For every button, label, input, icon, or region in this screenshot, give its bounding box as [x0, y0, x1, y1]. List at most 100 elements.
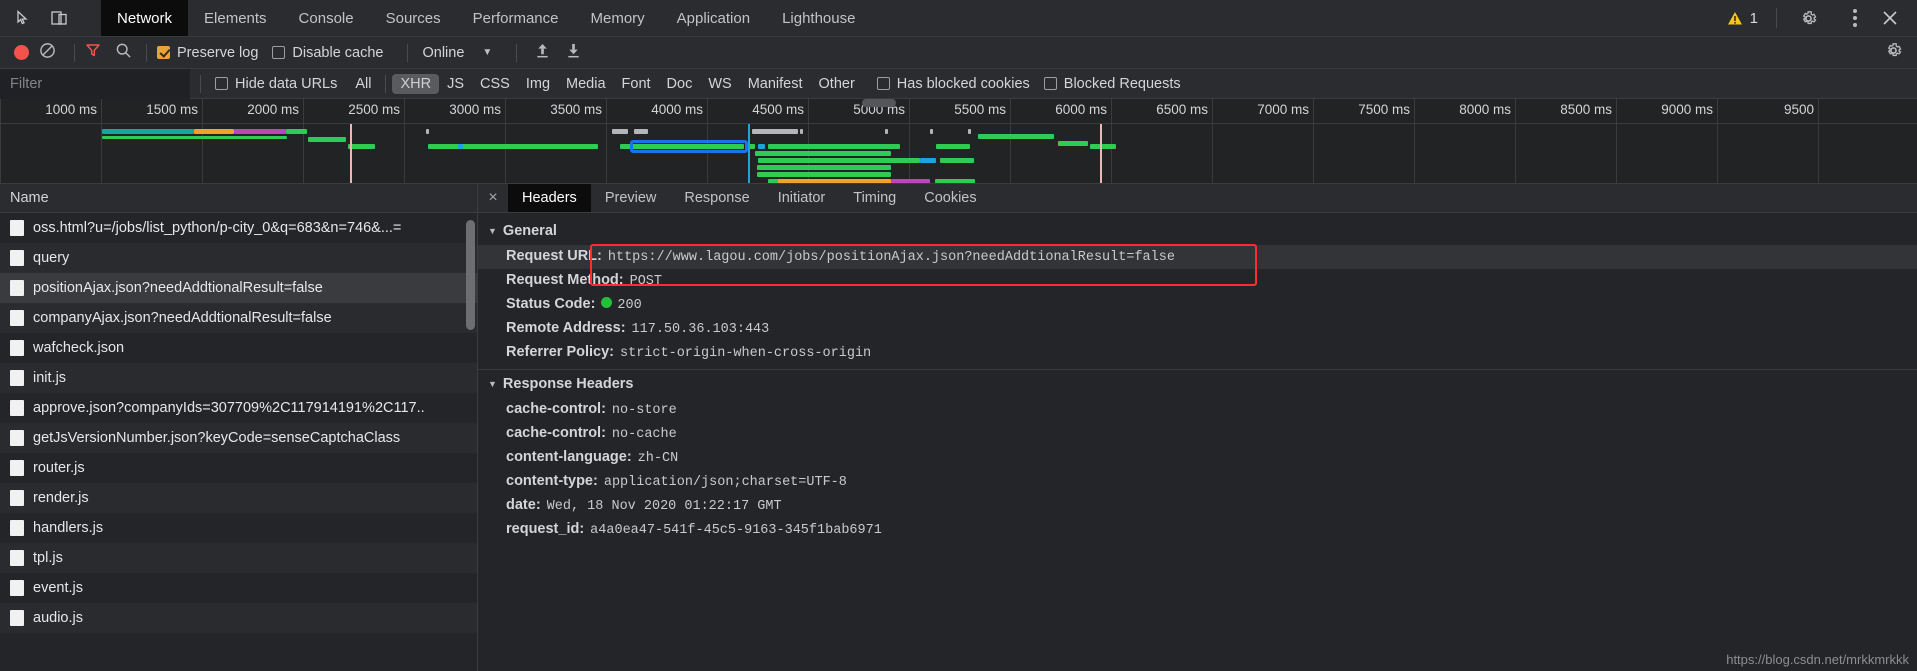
request-row[interactable]: approve.json?companyIds=307709%2C1179141…: [0, 393, 477, 423]
tick-label: 1000 ms: [45, 102, 97, 117]
filter-type-css[interactable]: CSS: [472, 74, 518, 94]
header-row: cache-control: no-store: [478, 398, 1917, 422]
file-icon: [10, 220, 24, 236]
tick-label: 9000 ms: [1661, 102, 1713, 117]
request-row[interactable]: init.js: [0, 363, 477, 393]
network-toolbar: Preserve log Disable cache Online ▼: [0, 37, 1917, 69]
request-row[interactable]: getJsVersionNumber.json?keyCode=senseCap…: [0, 423, 477, 453]
blocked-requests-checkbox[interactable]: Blocked Requests: [1043, 76, 1181, 92]
request-row[interactable]: wafcheck.json: [0, 333, 477, 363]
device-toolbar-icon[interactable]: [47, 5, 73, 31]
waterfall-bar: [102, 129, 194, 134]
toolbar-divider-3: [407, 43, 409, 62]
request-row[interactable]: router.js: [0, 453, 477, 483]
header-value: strict-origin-when-cross-origin: [620, 346, 872, 361]
inspect-icon[interactable]: [10, 5, 36, 31]
tick-label: 8000 ms: [1459, 102, 1511, 117]
tab-sources[interactable]: Sources: [370, 0, 457, 36]
tab-cookies[interactable]: Cookies: [910, 184, 990, 212]
request-list-panel: Name oss.html?u=/jobs/list_python/p-city…: [0, 184, 478, 671]
warning-indicator[interactable]: 1: [1715, 10, 1770, 27]
waterfall-bar: [757, 165, 891, 170]
filter-type-ws[interactable]: WS: [700, 74, 739, 94]
has-blocked-cookies-label: Has blocked cookies: [896, 75, 1030, 92]
status-ok-icon: [601, 297, 613, 308]
response-headers-section-header[interactable]: ▼ Response Headers: [478, 370, 1917, 398]
general-section-title: General: [502, 223, 557, 239]
waterfall-bar: [888, 144, 900, 149]
gear-icon[interactable]: [1795, 5, 1821, 31]
tab-application[interactable]: Application: [661, 0, 766, 36]
tab-headers[interactable]: Headers: [508, 184, 591, 212]
throttling-select[interactable]: Online: [422, 45, 464, 61]
filter-icon[interactable]: [85, 42, 101, 63]
request-row[interactable]: oss.html?u=/jobs/list_python/p-city_0&q=…: [0, 213, 477, 243]
tick-label: 6000 ms: [1055, 102, 1107, 117]
tab-network[interactable]: Network: [101, 0, 189, 36]
tab-console[interactable]: Console: [283, 0, 370, 36]
request-row[interactable]: tpl.js: [0, 543, 477, 573]
export-har-icon[interactable]: [558, 42, 589, 64]
request-row[interactable]: query: [0, 243, 477, 273]
close-icon[interactable]: [1877, 5, 1903, 31]
tab-initiator[interactable]: Initiator: [764, 184, 840, 212]
request-name: audio.js: [33, 610, 83, 626]
request-row[interactable]: handlers.js: [0, 513, 477, 543]
tab-memory[interactable]: Memory: [575, 0, 661, 36]
network-overview-waterfall[interactable]: 500 ms 1000 ms 1500 ms 2000 ms 2500 ms 3…: [0, 99, 1917, 184]
tab-performance[interactable]: Performance: [457, 0, 575, 36]
overview-scroll-grip[interactable]: [862, 99, 896, 107]
disable-cache-checkbox[interactable]: Disable cache: [272, 45, 383, 61]
preserve-log-checkbox[interactable]: Preserve log: [157, 45, 258, 61]
filter-type-doc[interactable]: Doc: [659, 74, 701, 94]
waterfall-bar: [636, 144, 744, 149]
close-details-icon[interactable]: ×: [478, 184, 508, 212]
tab-response[interactable]: Response: [670, 184, 763, 212]
request-row[interactable]: event.js: [0, 573, 477, 603]
record-button[interactable]: [14, 45, 29, 60]
hide-data-urls-checkbox[interactable]: Hide data URLs: [215, 76, 337, 92]
header-row: date: Wed, 18 Nov 2020 01:22:17 GMT: [478, 494, 1917, 518]
filter-type-font[interactable]: Font: [614, 74, 659, 94]
clear-icon[interactable]: [39, 42, 56, 64]
filter-type-js[interactable]: JS: [439, 74, 472, 94]
dom-content-loaded-line: [350, 124, 352, 183]
more-options-icon[interactable]: [1839, 9, 1871, 27]
header-key: date:: [506, 497, 541, 513]
general-section-header[interactable]: ▼ General: [478, 217, 1917, 245]
import-har-icon[interactable]: [527, 42, 558, 64]
request-row[interactable]: companyAjax.json?needAddtionalResult=fal…: [0, 303, 477, 333]
filter-type-manifest[interactable]: Manifest: [740, 74, 811, 94]
request-row[interactable]: render.js: [0, 483, 477, 513]
waterfall-bar: [940, 158, 974, 163]
network-settings-gear-icon[interactable]: [1884, 41, 1917, 65]
tab-preview[interactable]: Preview: [591, 184, 671, 212]
request-list-header[interactable]: Name: [0, 184, 477, 213]
waterfall-bar: [978, 134, 1054, 139]
filter-type-img[interactable]: Img: [518, 74, 558, 94]
request-row[interactable]: audio.js: [0, 603, 477, 633]
waterfall-bar: [768, 144, 893, 149]
tick-label: 8500 ms: [1560, 102, 1612, 117]
request-list-scrollbar[interactable]: [466, 220, 475, 330]
toolbar-divider-2: [146, 43, 147, 62]
tab-lighthouse[interactable]: Lighthouse: [766, 0, 871, 36]
tab-elements[interactable]: Elements: [188, 0, 283, 36]
has-blocked-cookies-checkbox[interactable]: Has blocked cookies: [876, 75, 1030, 92]
tab-timing[interactable]: Timing: [839, 184, 910, 212]
file-icon: [10, 580, 24, 596]
search-icon[interactable]: [115, 42, 132, 64]
filter-type-other[interactable]: Other: [811, 74, 863, 94]
header-value[interactable]: https://www.lagou.com/jobs/positionAjax.…: [608, 250, 1175, 265]
waterfall-bar: [758, 144, 765, 149]
filter-type-xhr[interactable]: XHR: [392, 73, 440, 94]
panel-tabs: Network Elements Console Sources Perform…: [101, 0, 871, 36]
filter-type-all[interactable]: All: [347, 74, 379, 94]
header-value: zh-CN: [637, 451, 679, 466]
chevron-down-icon[interactable]: ▼: [482, 47, 492, 58]
dom-content-loaded-line-2: [1100, 124, 1102, 183]
filter-input[interactable]: [0, 68, 190, 99]
blocked-requests-box: [1043, 77, 1057, 90]
filter-type-media[interactable]: Media: [558, 74, 614, 94]
request-row-selected[interactable]: positionAjax.json?needAddtionalResult=fa…: [0, 273, 477, 303]
